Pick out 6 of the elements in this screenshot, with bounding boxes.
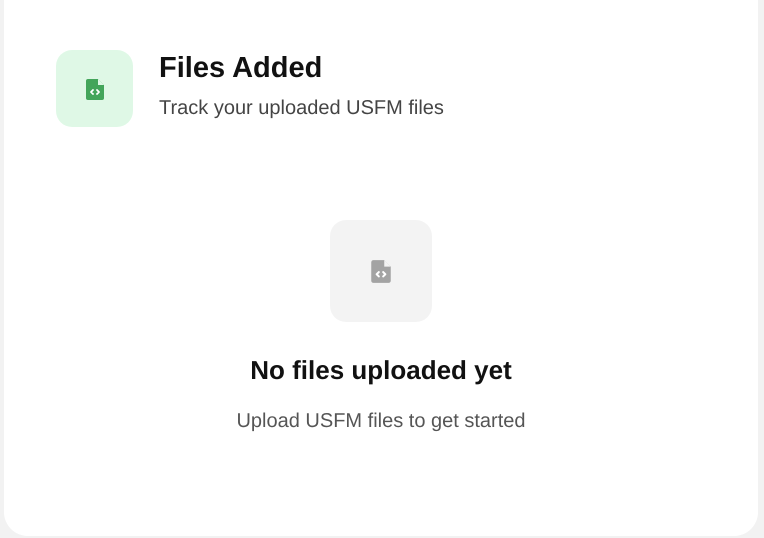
file-code-icon	[56, 50, 133, 127]
file-code-icon	[330, 220, 432, 322]
card-title: Files Added	[159, 52, 324, 85]
empty-title: No files uploaded yet	[250, 355, 512, 386]
empty-message: Upload USFM files to get started	[236, 410, 526, 433]
card-subtitle: Track your uploaded USFM files	[159, 97, 444, 120]
